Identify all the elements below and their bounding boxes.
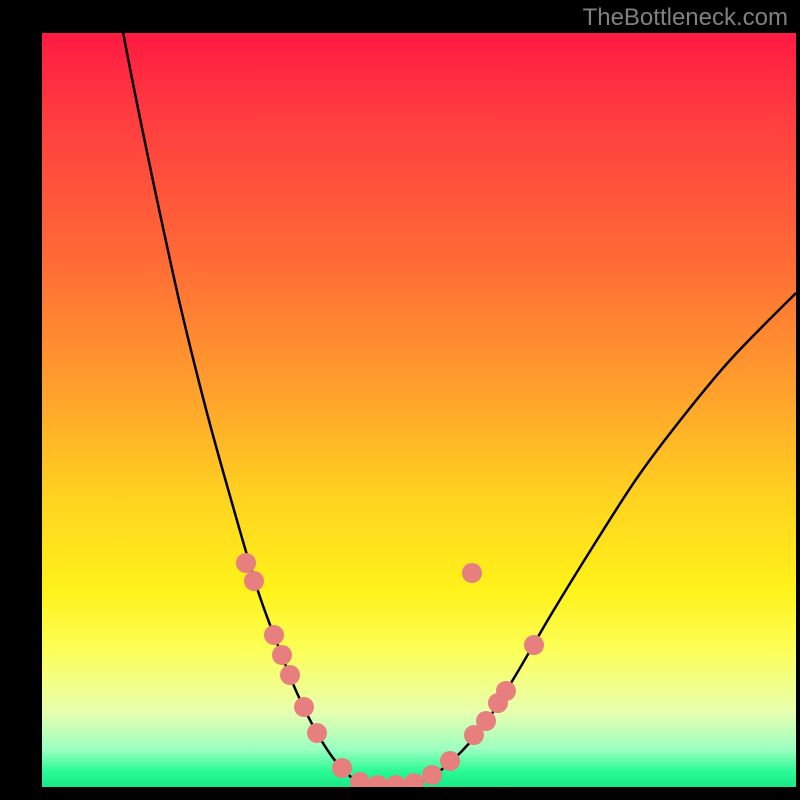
data-marker bbox=[462, 563, 482, 583]
data-marker bbox=[404, 773, 424, 787]
plot-area bbox=[42, 33, 796, 787]
data-marker bbox=[280, 665, 300, 685]
watermark-text: TheBottleneck.com bbox=[583, 4, 788, 32]
data-marker bbox=[386, 775, 406, 787]
data-marker bbox=[307, 723, 327, 743]
marker-group bbox=[236, 553, 544, 787]
data-marker bbox=[236, 553, 256, 573]
data-marker bbox=[440, 751, 460, 771]
data-marker bbox=[422, 765, 442, 785]
data-marker bbox=[524, 635, 544, 655]
bottleneck-curve bbox=[112, 33, 796, 786]
data-marker bbox=[294, 697, 314, 717]
data-marker bbox=[368, 775, 388, 787]
data-marker bbox=[272, 645, 292, 665]
data-marker bbox=[332, 758, 352, 778]
data-marker bbox=[496, 681, 516, 701]
data-marker bbox=[350, 772, 370, 787]
data-marker bbox=[264, 625, 284, 645]
data-marker bbox=[244, 571, 264, 591]
chart-container: TheBottleneck.com bbox=[0, 0, 800, 800]
data-marker bbox=[476, 711, 496, 731]
curve-svg bbox=[42, 33, 796, 787]
